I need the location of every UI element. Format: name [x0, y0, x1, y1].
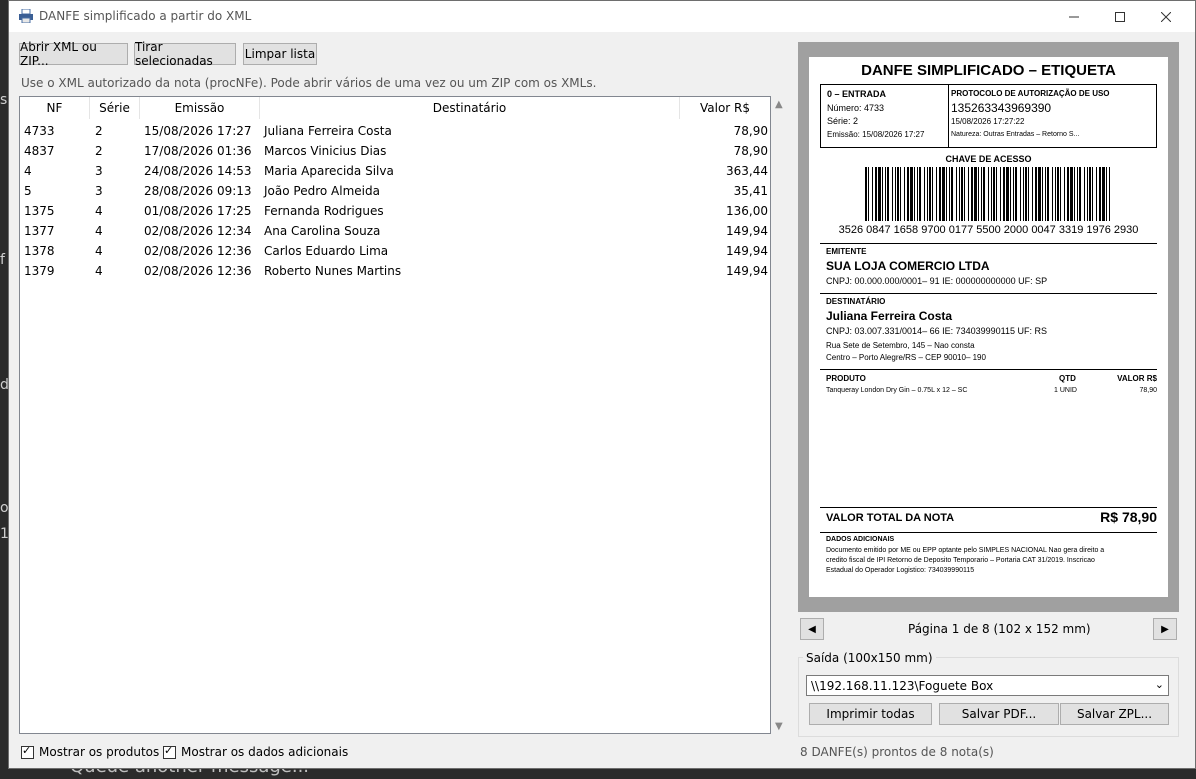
table-row[interactable]: 4837 2 17/08/2026 01:36 Marcos Vinicius … [20, 141, 770, 161]
show-products-checkbox[interactable]: Mostrar os produtos [21, 744, 159, 759]
page-indicator: Página 1 de 8 (102 x 152 mm) [908, 622, 1091, 636]
maximize-icon [1115, 11, 1125, 22]
table-row[interactable]: 5 3 28/08/2026 09:13 João Pedro Almeida … [20, 181, 770, 201]
table-row[interactable]: 4733 2 15/08/2026 17:27 Juliana Ferreira… [20, 121, 770, 141]
invoice-list[interactable]: NF Série Emissão Destinatário Valor R$ 4… [19, 96, 771, 734]
clear-list-button[interactable]: Limpar lista [243, 43, 317, 65]
checkbox-checked-icon [163, 744, 176, 759]
printer-app-icon [19, 9, 33, 23]
minimize-icon [1069, 16, 1079, 17]
checkbox-checked-icon [21, 744, 34, 759]
next-page-button[interactable]: ▶ [1153, 618, 1177, 640]
print-all-button[interactable]: Imprimir todas [809, 703, 932, 725]
close-button[interactable] [1143, 1, 1189, 32]
open-xml-zip-button[interactable]: Abrir XML ou ZIP... [19, 40, 128, 68]
col-header-destinatario[interactable]: Destinatário [260, 97, 680, 119]
title-bar: DANFE simplificado a partir do XML [9, 1, 1195, 32]
close-icon [1161, 11, 1171, 22]
remove-selected-button[interactable]: Tirar selecionadas [134, 40, 236, 68]
hint-text: Use o XML autorizado da nota (procNFe). … [21, 76, 597, 90]
window-title: DANFE simplificado a partir do XML [39, 9, 252, 23]
barcode [865, 167, 1110, 221]
minimize-button[interactable] [1051, 1, 1097, 32]
output-group [798, 657, 1179, 737]
table-row[interactable]: 1377 4 02/08/2026 12:34 Ana Carolina Sou… [20, 221, 770, 241]
status-text: 8 DANFE(s) prontos de 8 nota(s) [800, 745, 994, 759]
col-header-nf[interactable]: NF [20, 97, 90, 119]
bg-fragment: f [0, 252, 5, 268]
show-additional-checkbox[interactable]: Mostrar os dados adicionais [163, 744, 348, 759]
save-zpl-button[interactable]: Salvar ZPL... [1060, 703, 1169, 725]
table-row[interactable]: 1375 4 01/08/2026 17:25 Fernanda Rodrigu… [20, 201, 770, 221]
scroll-down-arrow[interactable]: ▼ [775, 721, 783, 732]
prev-page-button[interactable]: ◀ [800, 618, 824, 640]
col-header-serie[interactable]: Série [90, 97, 140, 119]
danfe-label: DANFE SIMPLIFICADO – ETIQUETA 0 – ENTRAD… [809, 57, 1168, 597]
table-row[interactable]: 1378 4 02/08/2026 12:36 Carlos Eduardo L… [20, 241, 770, 261]
output-group-title: Saída (100x150 mm) [803, 651, 936, 665]
scroll-up-arrow[interactable]: ▲ [775, 99, 783, 110]
col-header-valor[interactable]: Valor R$ [680, 97, 770, 119]
printer-select[interactable]: \\192.168.11.123\Foguete Box ⌄ [806, 675, 1169, 696]
label-title: DANFE SIMPLIFICADO – ETIQUETA [861, 62, 1116, 79]
bg-fragment: s [0, 92, 8, 108]
main-window: DANFE simplificado a partir do XML Abrir… [8, 0, 1196, 769]
chevron-down-icon: ⌄ [1154, 678, 1164, 691]
table-row[interactable]: 4 3 24/08/2026 14:53 Maria Aparecida Sil… [20, 161, 770, 181]
col-header-emissao[interactable]: Emissão [140, 97, 260, 119]
label-preview: DANFE SIMPLIFICADO – ETIQUETA 0 – ENTRAD… [798, 42, 1179, 612]
maximize-button[interactable] [1097, 1, 1143, 32]
header-box: 0 – ENTRADA Número: 4733 Série: 2 Emissã… [820, 84, 1157, 148]
table-row[interactable]: 1379 4 02/08/2026 12:36 Roberto Nunes Ma… [20, 261, 770, 281]
save-pdf-button[interactable]: Salvar PDF... [939, 703, 1059, 725]
